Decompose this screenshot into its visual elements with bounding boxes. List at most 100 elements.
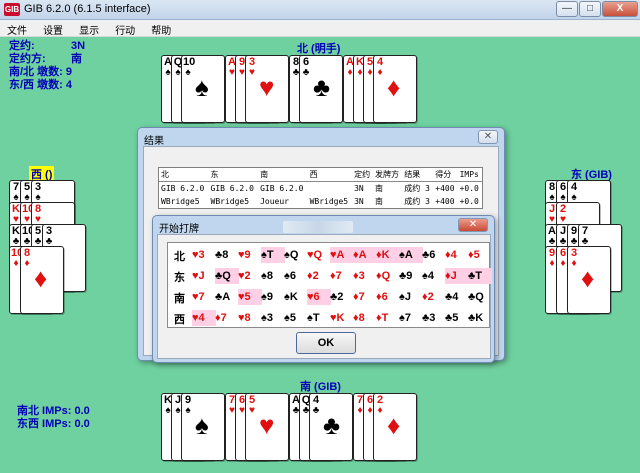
contract-value: 3N bbox=[71, 40, 86, 52]
result-cell: +0.0 bbox=[459, 184, 479, 193]
result-cell: 成约 3 bbox=[404, 197, 430, 206]
seat-label-south: 南 (GIB) bbox=[300, 381, 341, 393]
card-center-suit-icon: ♦ bbox=[581, 263, 595, 293]
result-dialog-close-button[interactable]: ✕ bbox=[478, 130, 498, 144]
card-center-suit-icon: ♥ bbox=[259, 72, 275, 102]
result-row[interactable]: GIB 6.2.0 GIB 6.2.0 GIB 6.2.0 3N 南 成约 3 +400 +0… bbox=[159, 182, 482, 196]
window-title: GIB 6.2.0 (6.1.5 interface) bbox=[24, 3, 151, 15]
result-table: 北东南西定约 发牌方 结果 得分 IMPs GIB 6.2.0 GIB 6.2.0 GIB … bbox=[158, 167, 483, 209]
trick-row: 东 ♥J ♣Q ♥2 ♠8 ♠6 ♦2 ♦7 ♦3 ♦Q ♣9 ♠4 ♦J ♣T bbox=[168, 266, 492, 286]
trick-card: ♠K bbox=[284, 291, 298, 303]
minimize-button[interactable]: — bbox=[556, 1, 578, 17]
card-center-suit-icon: ♦ bbox=[387, 410, 401, 440]
result-cell bbox=[308, 182, 352, 196]
north-card[interactable]: 4 ♦ ♦ bbox=[373, 55, 417, 123]
trick-card: ♣Q bbox=[468, 291, 484, 303]
south-card[interactable]: 9 ♠ ♠ bbox=[181, 393, 225, 461]
result-column-header: IMPs bbox=[457, 168, 482, 182]
trick-card: ♣6 bbox=[422, 249, 436, 261]
declarer-label: 定约方: bbox=[9, 53, 46, 65]
maximize-button[interactable]: □ bbox=[579, 1, 601, 17]
trick-card: ♠3 bbox=[261, 312, 273, 324]
card-suit-icon: ♣ bbox=[312, 405, 320, 416]
north-hand: A ♠ Q ♠ 10 ♠ ♠ A ♥ 9 ♥ 3 ♥ ♥ 8 ♣ 6 ♣ ♣ A ♦ K ♦ 5 ♦ 4 ♦ ♦ bbox=[161, 55, 477, 125]
trick-card: ♠8 bbox=[261, 270, 273, 282]
trick-card: ♣T bbox=[468, 268, 492, 284]
result-cell: 南 bbox=[374, 197, 383, 206]
trick-card: ♥7 bbox=[192, 291, 205, 303]
ew-tricks: 东/西 墩数: 4 bbox=[9, 79, 72, 91]
trick-card: ♠J bbox=[399, 291, 411, 303]
south-card[interactable]: 5 ♥ ♥ bbox=[245, 393, 289, 461]
result-cell: 成约 3 bbox=[404, 184, 430, 193]
imps-info: 南北 IMPs: 0.0 东西 IMPs: 0.0 bbox=[17, 405, 90, 431]
result-column-header: 西 bbox=[307, 168, 353, 182]
close-button[interactable]: X bbox=[602, 1, 638, 17]
menu-settings[interactable]: 设置 bbox=[36, 20, 69, 37]
west-card[interactable]: 8 ♦ ♦ bbox=[20, 246, 64, 314]
south-card[interactable]: 4 ♣ ♣ bbox=[309, 393, 353, 461]
trick-card: ♠9 bbox=[261, 291, 273, 303]
result-cell: WBridge5 bbox=[309, 197, 349, 206]
menu-bar: 文件 设置 显示 行动 帮助 bbox=[0, 20, 640, 37]
trick-row-seat: 北 bbox=[174, 251, 185, 263]
trick-card: ♦5 bbox=[468, 249, 480, 261]
result-cell: GIB 6.2.0 bbox=[161, 184, 205, 193]
card-center-suit-icon: ♠ bbox=[195, 410, 209, 440]
card-suit-icon: ♠ bbox=[185, 67, 191, 78]
trick-card: ♣9 bbox=[399, 270, 413, 282]
menu-action[interactable]: 行动 bbox=[108, 20, 141, 37]
result-cell: +400 bbox=[435, 197, 455, 206]
trick-card: ♦Q bbox=[376, 270, 391, 282]
card-suit-icon: ♥ bbox=[249, 67, 255, 78]
menu-help[interactable]: 帮助 bbox=[144, 20, 177, 37]
menu-file[interactable]: 文件 bbox=[0, 20, 33, 37]
result-cell: 南 bbox=[374, 184, 383, 193]
trick-card: ♥4 bbox=[192, 310, 216, 326]
trick-card: ♠T bbox=[261, 247, 285, 263]
trick-card: ♦3 bbox=[353, 270, 365, 282]
result-row[interactable]: WBridge5 WBridge5 Joueur WBridge5 3N 南 成约 3 +40… bbox=[159, 195, 482, 208]
result-cell: 3N bbox=[354, 197, 364, 206]
trick-card: ♠A bbox=[399, 247, 423, 263]
card-center-suit-icon: ♥ bbox=[259, 410, 275, 440]
trick-card: ♦6 bbox=[376, 291, 388, 303]
blurred-title-text bbox=[283, 221, 353, 233]
result-cell: +400 bbox=[435, 184, 455, 193]
east-card[interactable]: 3 ♦ ♦ bbox=[567, 246, 611, 314]
card-center-suit-icon: ♠ bbox=[195, 72, 209, 102]
trick-card: ♣8 bbox=[215, 249, 229, 261]
card-suit-icon: ♦ bbox=[377, 67, 383, 78]
north-card[interactable]: 6 ♣ ♣ bbox=[299, 55, 343, 123]
app-icon: GIB bbox=[4, 3, 20, 16]
trick-card: ♥A bbox=[330, 247, 354, 263]
result-column-header: 南 bbox=[258, 168, 308, 182]
play-dialog-close-button[interactable]: ✕ bbox=[458, 218, 488, 232]
card-suit-icon: ♥ bbox=[249, 405, 255, 416]
result-dialog-title: 结果 bbox=[144, 136, 164, 147]
north-card[interactable]: 3 ♥ ♥ bbox=[245, 55, 289, 123]
trick-grid: 北 ♥3 ♣8 ♥9 ♠T ♠Q ♥Q ♥A ♦A ♦K ♠A ♣6 ♦4 ♦5 东 ♥J ♣Q ♥2 ♠8 ♠6 ♦2… bbox=[167, 242, 492, 328]
trick-row-seat: 东 bbox=[174, 272, 185, 284]
ok-button[interactable]: OK bbox=[296, 332, 356, 354]
trick-card: ♥Q bbox=[307, 249, 323, 261]
trick-card: ♥8 bbox=[238, 312, 251, 324]
result-cell: Joueur bbox=[260, 197, 289, 206]
trick-card: ♠6 bbox=[284, 270, 296, 282]
north-card[interactable]: 10 ♠ ♠ bbox=[181, 55, 225, 123]
trick-card: ♠4 bbox=[422, 270, 434, 282]
result-cell: WBridge5 bbox=[210, 197, 250, 206]
trick-card: ♥K bbox=[330, 312, 345, 324]
trick-card: ♥9 bbox=[238, 249, 251, 261]
seat-label-north: 北 (明手) bbox=[297, 43, 341, 55]
result-column-header: 结果 bbox=[402, 168, 434, 182]
card-center-suit-icon: ♣ bbox=[313, 72, 331, 102]
trick-card: ♦T bbox=[376, 312, 389, 324]
menu-view[interactable]: 显示 bbox=[72, 20, 105, 37]
trick-card: ♠5 bbox=[284, 312, 296, 324]
ew-imps: 东西 IMPs: 0.0 bbox=[17, 418, 90, 430]
result-cell: WBridge5 bbox=[161, 197, 200, 206]
south-card[interactable]: 2 ♦ ♦ bbox=[373, 393, 417, 461]
trick-row: 南 ♥7 ♣A ♥5 ♠9 ♠K ♥6 ♣2 ♦7 ♦6 ♠J ♦2 ♣4 ♣Q bbox=[168, 287, 491, 307]
trick-card: ♦2 bbox=[422, 291, 434, 303]
